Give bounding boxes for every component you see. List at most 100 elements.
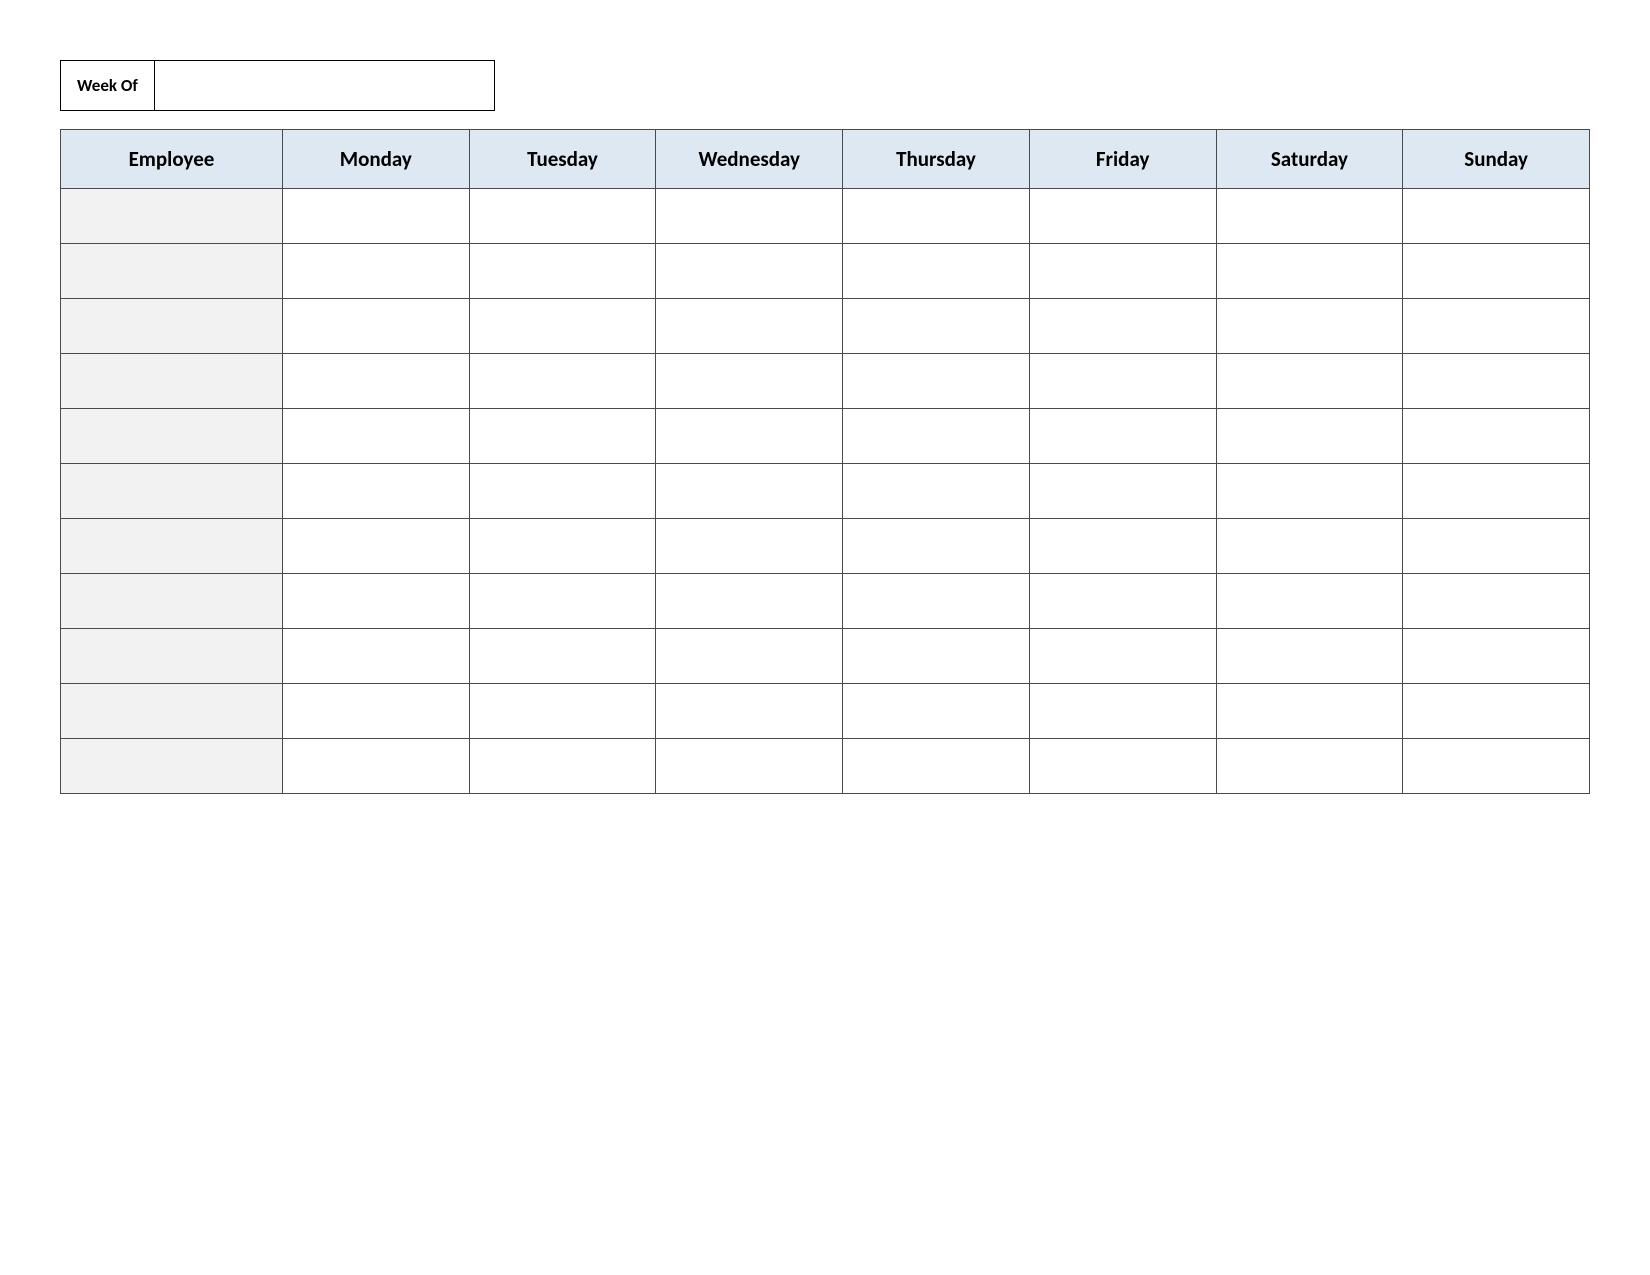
day-cell[interactable] — [282, 464, 469, 519]
day-cell[interactable] — [1216, 354, 1403, 409]
day-cell[interactable] — [469, 299, 656, 354]
day-cell[interactable] — [1403, 244, 1590, 299]
day-cell[interactable] — [1216, 299, 1403, 354]
day-cell[interactable] — [1029, 189, 1216, 244]
day-cell[interactable] — [1216, 244, 1403, 299]
day-cell[interactable] — [656, 244, 843, 299]
day-cell[interactable] — [656, 574, 843, 629]
employee-cell[interactable] — [61, 739, 283, 794]
day-cell[interactable] — [656, 464, 843, 519]
day-cell[interactable] — [469, 739, 656, 794]
week-of-input[interactable] — [155, 60, 495, 111]
day-cell[interactable] — [843, 409, 1030, 464]
day-cell[interactable] — [1029, 464, 1216, 519]
day-cell[interactable] — [656, 354, 843, 409]
day-cell[interactable] — [843, 354, 1030, 409]
day-cell[interactable] — [469, 354, 656, 409]
day-cell[interactable] — [282, 354, 469, 409]
day-cell[interactable] — [469, 574, 656, 629]
day-cell[interactable] — [1029, 409, 1216, 464]
day-cell[interactable] — [282, 244, 469, 299]
day-cell[interactable] — [282, 574, 469, 629]
day-cell[interactable] — [1029, 354, 1216, 409]
day-cell[interactable] — [469, 189, 656, 244]
day-cell[interactable] — [1216, 739, 1403, 794]
day-cell[interactable] — [1403, 574, 1590, 629]
day-cell[interactable] — [469, 684, 656, 739]
day-cell[interactable] — [1403, 739, 1590, 794]
day-cell[interactable] — [843, 244, 1030, 299]
day-cell[interactable] — [1216, 464, 1403, 519]
day-cell[interactable] — [1403, 189, 1590, 244]
day-cell[interactable] — [656, 189, 843, 244]
day-cell[interactable] — [843, 574, 1030, 629]
day-cell[interactable] — [469, 409, 656, 464]
employee-cell[interactable] — [61, 189, 283, 244]
day-cell[interactable] — [1403, 409, 1590, 464]
day-cell[interactable] — [1216, 519, 1403, 574]
day-cell[interactable] — [469, 629, 656, 684]
day-cell[interactable] — [656, 739, 843, 794]
table-row — [61, 244, 1590, 299]
day-cell[interactable] — [1403, 299, 1590, 354]
day-cell[interactable] — [656, 629, 843, 684]
week-of-label: Week Of — [60, 60, 155, 111]
day-cell[interactable] — [1029, 574, 1216, 629]
header-employee: Employee — [61, 130, 283, 189]
day-cell[interactable] — [1216, 409, 1403, 464]
week-of-container: Week Of — [60, 60, 1590, 111]
day-cell[interactable] — [1029, 244, 1216, 299]
day-cell[interactable] — [469, 464, 656, 519]
day-cell[interactable] — [656, 519, 843, 574]
day-cell[interactable] — [1403, 464, 1590, 519]
day-cell[interactable] — [1029, 684, 1216, 739]
day-cell[interactable] — [282, 629, 469, 684]
day-cell[interactable] — [282, 409, 469, 464]
table-row — [61, 629, 1590, 684]
schedule-table: Employee Monday Tuesday Wednesday Thursd… — [60, 129, 1590, 794]
day-cell[interactable] — [1029, 519, 1216, 574]
employee-cell[interactable] — [61, 409, 283, 464]
day-cell[interactable] — [1216, 684, 1403, 739]
day-cell[interactable] — [282, 189, 469, 244]
employee-cell[interactable] — [61, 629, 283, 684]
day-cell[interactable] — [843, 739, 1030, 794]
day-cell[interactable] — [843, 189, 1030, 244]
day-cell[interactable] — [656, 409, 843, 464]
day-cell[interactable] — [1403, 629, 1590, 684]
day-cell[interactable] — [1403, 684, 1590, 739]
employee-cell[interactable] — [61, 464, 283, 519]
employee-cell[interactable] — [61, 354, 283, 409]
day-cell[interactable] — [843, 629, 1030, 684]
day-cell[interactable] — [1403, 354, 1590, 409]
day-cell[interactable] — [282, 684, 469, 739]
table-row — [61, 519, 1590, 574]
day-cell[interactable] — [1216, 574, 1403, 629]
day-cell[interactable] — [843, 519, 1030, 574]
day-cell[interactable] — [843, 684, 1030, 739]
employee-cell[interactable] — [61, 574, 283, 629]
day-cell[interactable] — [1029, 299, 1216, 354]
day-cell[interactable] — [1029, 739, 1216, 794]
day-cell[interactable] — [282, 739, 469, 794]
table-row — [61, 684, 1590, 739]
table-row — [61, 354, 1590, 409]
day-cell[interactable] — [469, 244, 656, 299]
table-row — [61, 464, 1590, 519]
employee-cell[interactable] — [61, 684, 283, 739]
day-cell[interactable] — [1216, 189, 1403, 244]
day-cell[interactable] — [656, 684, 843, 739]
day-cell[interactable] — [1029, 629, 1216, 684]
day-cell[interactable] — [282, 519, 469, 574]
day-cell[interactable] — [656, 299, 843, 354]
day-cell[interactable] — [843, 464, 1030, 519]
employee-cell[interactable] — [61, 519, 283, 574]
day-cell[interactable] — [282, 299, 469, 354]
table-row — [61, 189, 1590, 244]
employee-cell[interactable] — [61, 299, 283, 354]
day-cell[interactable] — [1403, 519, 1590, 574]
day-cell[interactable] — [843, 299, 1030, 354]
day-cell[interactable] — [1216, 629, 1403, 684]
day-cell[interactable] — [469, 519, 656, 574]
employee-cell[interactable] — [61, 244, 283, 299]
